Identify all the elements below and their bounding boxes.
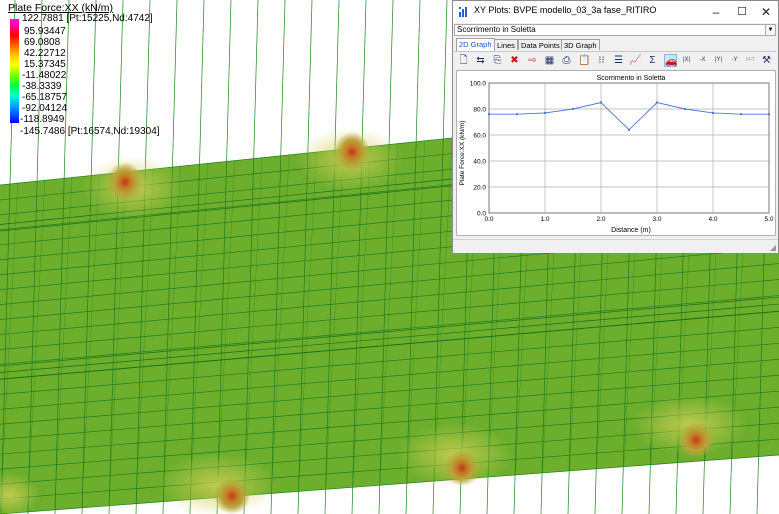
neg-x-icon[interactable]: -X (696, 54, 709, 67)
data-point[interactable] (600, 101, 602, 104)
tab-data-points[interactable]: Data Points (518, 39, 563, 50)
graph-toolbar: 🗋 ⇆ ⎘ ✖ ⇨ ▦ ⎙ 📋 ⁝⁝ ☰ 📈 Σ 🚗 |X| -X |Y| -Y… (454, 51, 776, 70)
y-tick-label: 100.0 (470, 81, 487, 88)
x-axis-label: Distance (m) (611, 227, 651, 234)
chart-icon[interactable]: 📈 (629, 54, 642, 67)
abs-x-icon[interactable]: |X| (680, 54, 693, 67)
preview-icon[interactable]: ⎙ (560, 54, 573, 67)
data-point[interactable] (572, 108, 574, 110)
grid-icon[interactable]: ⁝⁝ (595, 54, 608, 67)
minimize-button[interactable]: – (703, 3, 729, 21)
tool-icon[interactable]: ⚒ (760, 54, 773, 67)
legend-min: -145.7486 [Pt:16574,Nd:19304] (20, 126, 160, 137)
data-point[interactable] (544, 111, 546, 114)
legend-value: 15.37345 (24, 59, 66, 70)
data-point[interactable] (488, 113, 490, 116)
y-tick-label: 40.0 (473, 159, 486, 166)
data-point[interactable] (628, 128, 630, 131)
x-tick-label: 5.0 (764, 216, 773, 223)
export-icon[interactable]: ⇨ (526, 54, 539, 67)
tab-2d-graph[interactable]: 2D Graph (456, 38, 495, 51)
y-tick-label: 0.0 (477, 211, 486, 218)
close-button[interactable]: ✕ (753, 3, 779, 21)
legend-value: 69.0808 (24, 37, 61, 48)
legend-value: -38.3339 (22, 81, 62, 92)
sigma-icon[interactable]: Σ (646, 54, 659, 67)
series-line (489, 102, 769, 131)
y-tick-label: 20.0 (473, 185, 486, 192)
x-tick-label: 1.0 (540, 216, 549, 223)
xy-plots-window: XY Plots: BVPE modello_03_3a fase_RITIRO… (452, 0, 779, 253)
window-title: XY Plots: BVPE modello_03_3a fase_RITIRO (474, 5, 657, 15)
copy-icon[interactable]: ⎘ (491, 54, 504, 67)
table-icon[interactable]: ▦ (543, 54, 556, 67)
legend-color-bar (10, 19, 19, 123)
plot-frame (488, 82, 770, 214)
data-point[interactable] (656, 101, 658, 104)
data-point[interactable] (768, 113, 770, 116)
delete-icon[interactable]: ✖ (508, 54, 521, 67)
abs-y-icon[interactable]: |Y| (712, 54, 725, 67)
tab-3d-graph[interactable]: 3D Graph (561, 39, 600, 50)
data-point[interactable] (516, 113, 518, 116)
tab-lines[interactable]: Lines (494, 39, 518, 50)
fft-icon[interactable]: FFT (744, 54, 757, 67)
list-icon[interactable]: ☰ (612, 54, 625, 67)
legend-value: -92.04124 (22, 103, 68, 114)
legend-value: -11.48022 (22, 70, 67, 81)
graph-area[interactable]: Scorrimento in Soletta Plate Force:XX (k… (456, 70, 776, 236)
y-tick-label: 80.0 (473, 107, 486, 114)
data-point[interactable] (684, 108, 686, 110)
chart-title: Scorrimento in Soletta (597, 75, 666, 82)
x-tick-label: 2.0 (596, 216, 605, 223)
maximize-button[interactable]: ☐ (729, 3, 755, 21)
car-icon[interactable]: 🚗 (664, 54, 677, 67)
plot-selector-value: Scorrimento in Soletta (457, 25, 536, 34)
legend-value: 42.22712 (24, 48, 66, 59)
line-chart: Scorrimento in Soletta Plate Force:XX (k… (459, 75, 774, 234)
legend-value: -118.8949 (20, 114, 65, 125)
plot-selector-dropdown[interactable]: Scorrimento in Soletta ▼ (454, 24, 776, 36)
status-bar: ◢ (453, 239, 778, 253)
data-point[interactable] (712, 111, 714, 114)
legend-max: 122.7881 [Pt:15225,Nd:4742] (22, 13, 153, 24)
paste-icon[interactable]: 📋 (578, 54, 591, 67)
x-tick-label: 3.0 (652, 216, 661, 223)
y-axis-label: Plate Force:XX (kN/m) (459, 120, 466, 185)
xy-plot-app-icon (459, 7, 467, 17)
legend-value: -65.18757 (22, 92, 68, 103)
window-titlebar[interactable]: XY Plots: BVPE modello_03_3a fase_RITIRO… (453, 1, 778, 23)
x-tick-label: 4.0 (708, 216, 717, 223)
transfer-icon[interactable]: ⇆ (474, 54, 487, 67)
neg-y-icon[interactable]: -Y (728, 54, 741, 67)
legend-value: 95.93447 (24, 26, 66, 37)
resize-grip-icon[interactable]: ◢ (770, 243, 776, 252)
contour-legend: Plate Force:XX (kN/m) 122.7881 [Pt:15225… (4, 2, 254, 152)
new-icon[interactable]: 🗋 (457, 54, 470, 67)
chevron-down-icon[interactable]: ▼ (765, 25, 775, 35)
y-tick-label: 60.0 (473, 133, 486, 140)
data-point[interactable] (740, 113, 742, 116)
